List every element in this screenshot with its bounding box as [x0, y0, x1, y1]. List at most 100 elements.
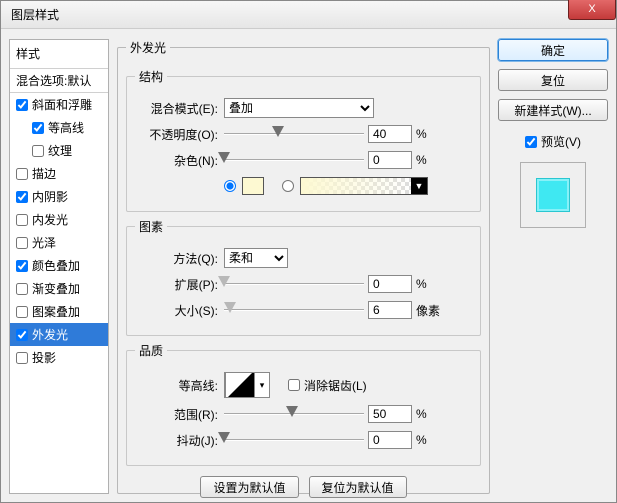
- style-row-1[interactable]: 等高线: [10, 116, 108, 139]
- spread-unit: %: [416, 277, 444, 291]
- style-label: 描边: [32, 165, 56, 182]
- style-checkbox[interactable]: [16, 260, 28, 272]
- style-row-7[interactable]: 颜色叠加: [10, 254, 108, 277]
- noise-label: 杂色(N):: [135, 152, 220, 169]
- style-checkbox[interactable]: [16, 283, 28, 295]
- dialog-buttons: 确定 复位 新建样式(W)... 预览(V): [498, 39, 608, 494]
- window-title: 图层样式: [11, 6, 59, 23]
- technique-select[interactable]: 柔和: [224, 248, 288, 268]
- technique-label: 方法(Q):: [135, 250, 220, 267]
- styles-panel: 样式 混合选项:默认 斜面和浮雕等高线纹理描边内阴影内发光光泽颜色叠加渐变叠加图…: [9, 39, 109, 494]
- titlebar: 图层样式 X: [1, 1, 616, 29]
- ok-button[interactable]: 确定: [498, 39, 608, 61]
- style-checkbox[interactable]: [16, 99, 28, 111]
- antialias-checkbox[interactable]: [288, 379, 300, 391]
- blend-options-default[interactable]: 混合选项:默认: [10, 69, 108, 93]
- style-label: 内发光: [32, 211, 68, 228]
- range-label: 范围(R):: [135, 406, 220, 423]
- style-row-11[interactable]: 投影: [10, 346, 108, 369]
- size-label: 大小(S):: [135, 302, 220, 319]
- jitter-input[interactable]: [368, 431, 412, 449]
- noise-input[interactable]: [368, 151, 412, 169]
- outer-glow-panel: 外发光 结构 混合模式(E): 叠加 不透明度(O): %: [117, 39, 490, 494]
- style-label: 投影: [32, 349, 56, 366]
- noise-slider[interactable]: [224, 151, 364, 169]
- preview-label: 预览(V): [541, 133, 581, 150]
- range-slider[interactable]: [224, 405, 364, 423]
- style-checkbox[interactable]: [32, 122, 44, 134]
- style-row-0[interactable]: 斜面和浮雕: [10, 93, 108, 116]
- style-checkbox[interactable]: [16, 214, 28, 226]
- style-label: 外发光: [32, 326, 68, 343]
- contour-picker[interactable]: ▾: [224, 372, 270, 398]
- style-checkbox[interactable]: [16, 352, 28, 364]
- opacity-slider[interactable]: [224, 125, 364, 143]
- style-label: 斜面和浮雕: [32, 96, 92, 113]
- style-row-3[interactable]: 描边: [10, 162, 108, 185]
- style-checkbox[interactable]: [32, 145, 44, 157]
- range-input[interactable]: [368, 405, 412, 423]
- spread-label: 扩展(P):: [135, 276, 220, 293]
- fill-color-swatch[interactable]: [242, 177, 264, 195]
- style-row-9[interactable]: 图案叠加: [10, 300, 108, 323]
- quality-legend: 品质: [135, 342, 167, 359]
- style-label: 颜色叠加: [32, 257, 80, 274]
- blend-options-label: 混合选项:默认: [16, 72, 91, 89]
- style-checkbox[interactable]: [16, 191, 28, 203]
- fill-gradient-radio[interactable]: [282, 180, 294, 192]
- elements-legend: 图素: [135, 218, 167, 235]
- opacity-unit: %: [416, 127, 444, 141]
- style-label: 纹理: [48, 142, 72, 159]
- chevron-down-icon: ▾: [255, 380, 269, 391]
- spread-input[interactable]: [368, 275, 412, 293]
- spread-slider[interactable]: [224, 275, 364, 293]
- blend-mode-select[interactable]: 叠加: [224, 98, 374, 118]
- style-label: 渐变叠加: [32, 280, 80, 297]
- style-label: 光泽: [32, 234, 56, 251]
- structure-group: 结构 混合模式(E): 叠加 不透明度(O): % 杂色(N):: [126, 68, 481, 212]
- noise-unit: %: [416, 153, 444, 167]
- style-row-5[interactable]: 内发光: [10, 208, 108, 231]
- size-input[interactable]: [368, 301, 412, 319]
- quality-group: 品质 等高线: ▾ 消除锯齿(L) 范围(R):: [126, 342, 481, 466]
- style-checkbox[interactable]: [16, 329, 28, 341]
- fill-color-radio[interactable]: [224, 180, 236, 192]
- structure-legend: 结构: [135, 68, 167, 85]
- fill-gradient-picker[interactable]: ▼: [300, 177, 428, 195]
- fill-type-group: ▼: [224, 177, 428, 195]
- style-checkbox[interactable]: [16, 237, 28, 249]
- style-label: 内阴影: [32, 188, 68, 205]
- make-default-button[interactable]: 设置为默认值: [200, 476, 298, 498]
- style-row-10[interactable]: 外发光: [10, 323, 108, 346]
- jitter-label: 抖动(J):: [135, 432, 220, 449]
- layer-style-dialog: 图层样式 X 样式 混合选项:默认 斜面和浮雕等高线纹理描边内阴影内发光光泽颜色…: [0, 0, 617, 503]
- size-unit: 像素: [416, 302, 444, 319]
- reset-default-button[interactable]: 复位为默认值: [309, 476, 407, 498]
- preview-checkbox[interactable]: [525, 136, 537, 148]
- antialias-label: 消除锯齿(L): [304, 377, 367, 394]
- preview-box: [520, 162, 586, 228]
- style-row-2[interactable]: 纹理: [10, 139, 108, 162]
- jitter-unit: %: [416, 433, 444, 447]
- style-label: 图案叠加: [32, 303, 80, 320]
- size-slider[interactable]: [224, 301, 364, 319]
- style-checkbox[interactable]: [16, 306, 28, 318]
- outer-glow-legend: 外发光: [126, 39, 170, 56]
- new-style-button[interactable]: 新建样式(W)...: [498, 99, 608, 121]
- blend-mode-label: 混合模式(E):: [135, 100, 220, 117]
- style-row-6[interactable]: 光泽: [10, 231, 108, 254]
- contour-label: 等高线:: [135, 377, 220, 394]
- preview-swatch: [536, 178, 570, 212]
- styles-header: 样式: [10, 40, 108, 69]
- jitter-slider[interactable]: [224, 431, 364, 449]
- style-row-4[interactable]: 内阴影: [10, 185, 108, 208]
- style-row-8[interactable]: 渐变叠加: [10, 277, 108, 300]
- contour-icon: [225, 372, 255, 398]
- close-button[interactable]: X: [568, 0, 616, 20]
- cancel-button[interactable]: 复位: [498, 69, 608, 91]
- elements-group: 图素 方法(Q): 柔和 扩展(P): % 大小(S):: [126, 218, 481, 336]
- opacity-input[interactable]: [368, 125, 412, 143]
- range-unit: %: [416, 407, 444, 421]
- opacity-label: 不透明度(O):: [135, 126, 220, 143]
- style-checkbox[interactable]: [16, 168, 28, 180]
